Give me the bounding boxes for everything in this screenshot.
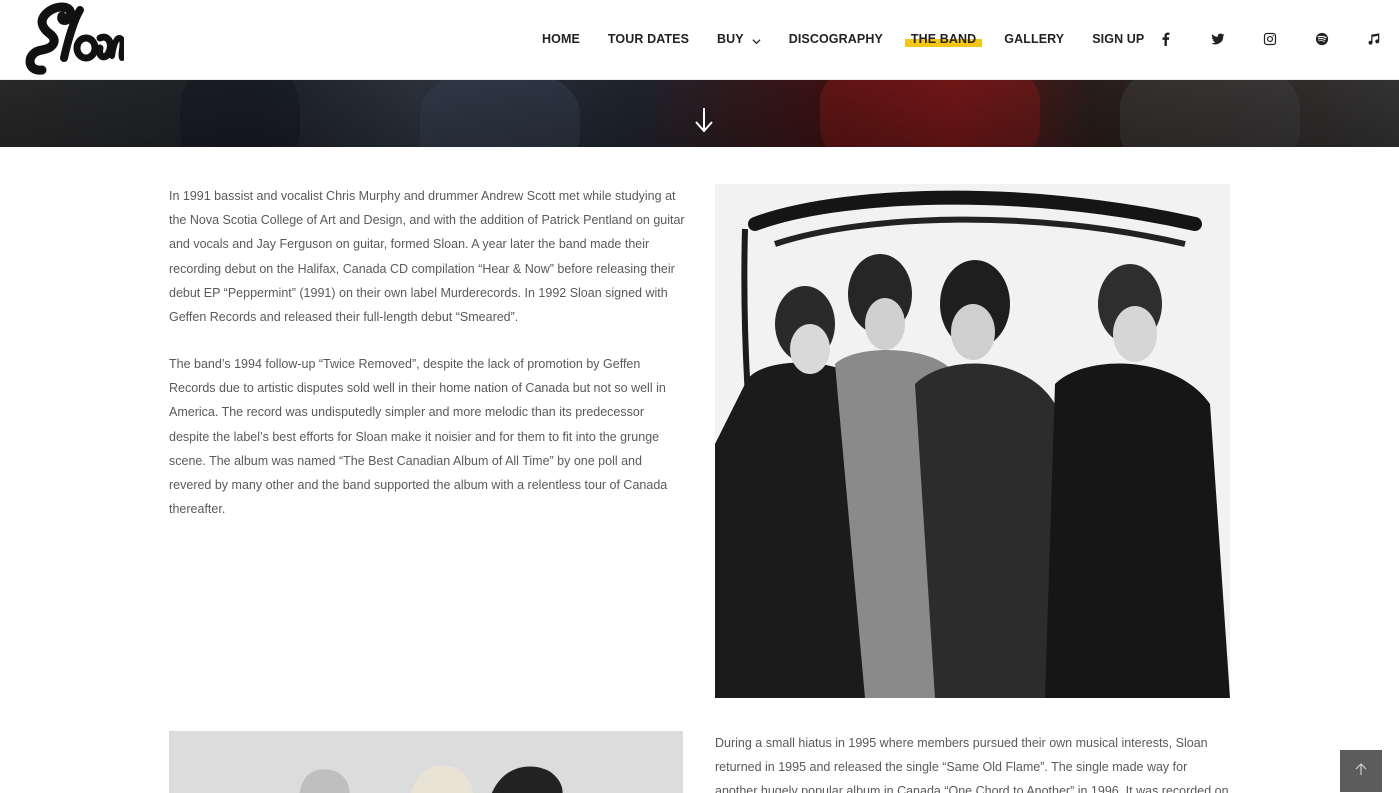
band-history-paragraph-3: During a small hiatus in 1995 where memb… [715, 736, 1229, 793]
chevron-up-icon [1355, 762, 1367, 781]
nav-gallery[interactable]: GALLERY [1004, 27, 1064, 51]
social-links [1140, 28, 1399, 50]
down-arrow-icon[interactable] [692, 106, 716, 134]
nav-buy-label: BUY [717, 32, 744, 46]
band-history-paragraph-2: The band’s 1994 follow-up “Twice Removed… [169, 357, 668, 517]
chevron-down-icon [752, 35, 761, 44]
instagram-icon[interactable] [1244, 28, 1296, 50]
music-note-icon[interactable] [1348, 28, 1399, 50]
nav-the-band[interactable]: THE BAND [904, 27, 983, 51]
nav-home[interactable]: HOME [542, 27, 580, 51]
nav-discography[interactable]: DISCOGRAPHY [789, 27, 883, 51]
scroll-to-top-button[interactable] [1340, 750, 1382, 792]
facebook-icon[interactable] [1140, 28, 1192, 50]
band-photo [715, 184, 1230, 698]
site-header: HOME TOUR DATES BUY DISCOGRAPHY THE BAND… [0, 0, 1399, 80]
sloan-logo[interactable] [24, 0, 126, 80]
nav-tour-dates[interactable]: TOUR DATES [608, 27, 689, 51]
hero-figure [420, 70, 580, 147]
main-nav: HOME TOUR DATES BUY DISCOGRAPHY THE BAND… [528, 27, 1158, 51]
nav-tour-dates-label: TOUR DATES [607, 32, 690, 46]
band-photo-2 [169, 731, 683, 793]
nav-sign-up[interactable]: SIGN UP [1092, 27, 1144, 51]
nav-buy[interactable]: BUY [717, 27, 761, 51]
nav-the-band-label: THE BAND [910, 32, 977, 46]
band-history-paragraph-1: In 1991 bassist and vocalist Chris Murph… [169, 189, 685, 325]
nav-gallery-label: GALLERY [1004, 32, 1065, 46]
nav-discography-label: DISCOGRAPHY [788, 32, 883, 46]
nav-sign-up-label: SIGN UP [1092, 32, 1145, 46]
spotify-icon[interactable] [1296, 28, 1348, 50]
nav-home-label: HOME [542, 32, 580, 46]
twitter-icon[interactable] [1192, 28, 1244, 50]
